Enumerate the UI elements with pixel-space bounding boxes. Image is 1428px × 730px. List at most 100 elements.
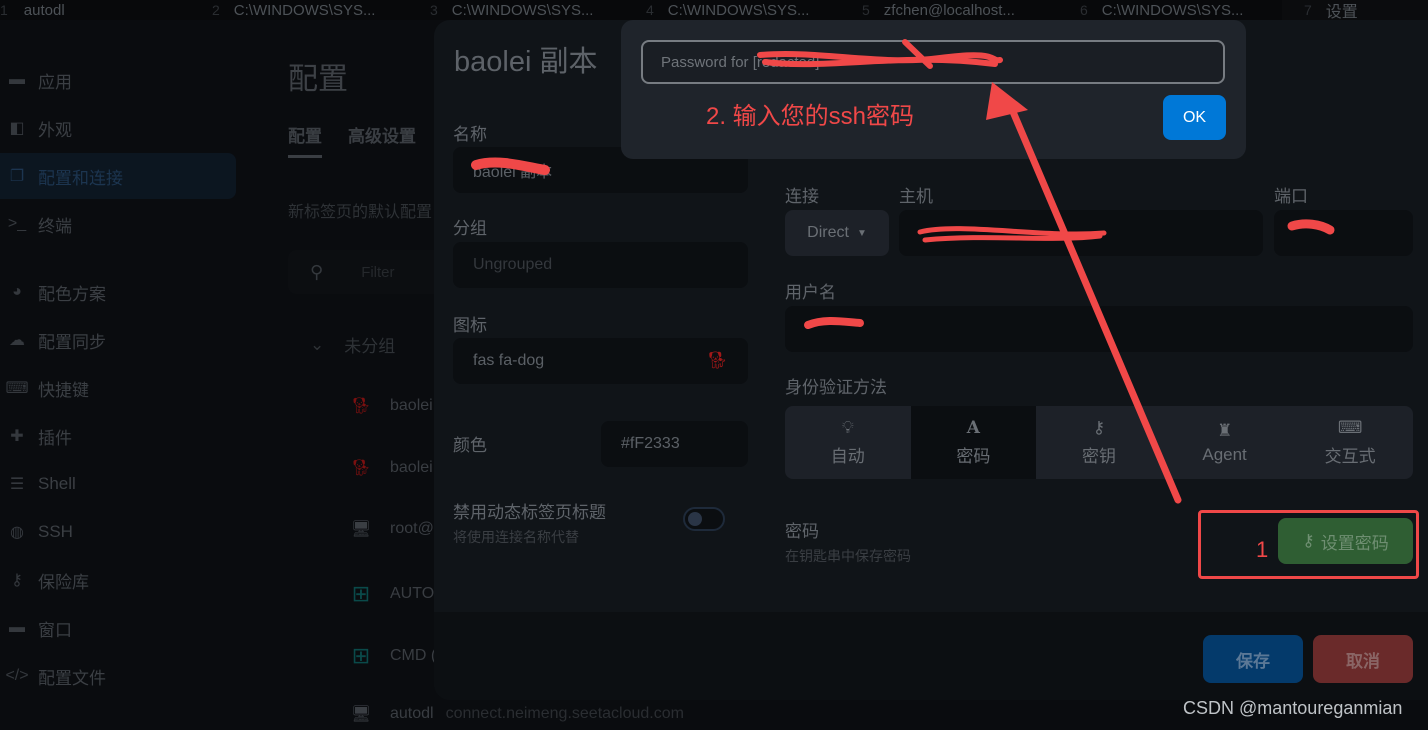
lightbulb-icon: 💡︎	[841, 418, 854, 437]
sidebar-item-profiles[interactable]: ❐ 配置和连接	[0, 153, 236, 199]
clone-icon: ❐	[9, 168, 25, 185]
password-input[interactable]: Password for [redacted]	[641, 40, 1225, 84]
auth-option-auto[interactable]: 💡︎ 自动	[785, 406, 911, 479]
profile-item[interactable]: 🖥︎ root@	[348, 519, 434, 539]
font-icon: A	[966, 418, 980, 438]
dog-icon: 🐕︎	[350, 460, 372, 477]
sidebar-item-config-sync[interactable]: ☁ 配置同步	[0, 317, 236, 363]
tab-advanced[interactable]: 高级设置	[348, 122, 416, 158]
dog-icon: 🐕︎	[706, 351, 728, 370]
dog-icon: 🐕︎	[350, 398, 372, 415]
sidebar-item-appearance[interactable]: ◧ 外观	[0, 105, 236, 151]
sidebar-item-color-scheme[interactable]: ◕ 配色方案	[0, 269, 236, 315]
sidebar-item-shell[interactable]: ☰ Shell	[0, 461, 236, 507]
tab-profiles[interactable]: 配置	[288, 122, 322, 158]
save-button[interactable]: 保存	[1203, 635, 1303, 683]
group-input[interactable]: Ungrouped	[453, 242, 748, 288]
password-label: 密码	[785, 522, 819, 541]
password-hint: 在钥匙串中保存密码	[785, 548, 911, 564]
terminal-icon: >_	[7, 215, 27, 232]
profile-item[interactable]: 🐕︎ baolei	[348, 458, 433, 478]
auth-method-label: 身份验证方法	[785, 378, 887, 397]
profile-item[interactable]: 🐕︎ baolei	[348, 396, 433, 416]
window-icon: ▬	[9, 619, 25, 636]
caret-down-icon: ▼	[856, 227, 867, 239]
tab-7-settings[interactable]: 7 设置	[1282, 0, 1428, 20]
desktop-icon: 🖥︎	[350, 521, 372, 538]
sidebar-item-application[interactable]: ▬ 应用	[0, 57, 236, 103]
list-icon: ☰	[9, 476, 25, 493]
auth-method-selector: 💡︎ 自动 A 密码 ⚷ 密钥 ♜ Agent ⌨ 交互式	[785, 406, 1413, 479]
puzzle-icon: ✚	[10, 428, 24, 445]
password-prompt: Password for [redacted] OK	[621, 20, 1246, 159]
sidebar-item-hotkeys[interactable]: ⌨ 快捷键	[0, 365, 236, 411]
username-label: 用户名	[785, 283, 836, 302]
palette-icon: ◕	[12, 283, 22, 300]
search-icon: ⚲	[310, 261, 324, 282]
tab-3[interactable]: 3 C:\WINDOWS\SYS...	[424, 0, 642, 20]
annotation-step-1: 1	[1256, 537, 1269, 562]
sidebar-item-plugins[interactable]: ✚ 插件	[0, 413, 236, 459]
page-title: 配置	[288, 63, 348, 96]
cloud-icon: ☁	[9, 332, 25, 349]
globe-icon: ◍	[10, 524, 24, 541]
keyboard-icon: ⌨	[1337, 418, 1363, 437]
windows-icon: ⊞	[351, 581, 371, 606]
host-label: 主机	[899, 187, 933, 206]
name-label: 名称	[453, 125, 487, 144]
sidebar-item-ssh[interactable]: ◍ SSH	[0, 509, 236, 555]
window-icon: ▬	[9, 71, 25, 88]
port-input[interactable]	[1274, 210, 1413, 256]
icon-label: 图标	[453, 316, 487, 335]
desktop-icon: 🖥︎	[350, 706, 372, 723]
default-profile-label: 新标签页的默认配置	[288, 204, 433, 221]
auth-option-agent[interactable]: ♜ Agent	[1162, 406, 1288, 479]
connection-select[interactable]: Direct ▼	[785, 210, 889, 256]
host-input[interactable]	[899, 210, 1263, 256]
key-icon: ⚷	[1092, 418, 1106, 437]
tab-2[interactable]: 2 C:\WINDOWS\SYS...	[206, 0, 424, 20]
icon-input[interactable]: fas fa-dog 🐕︎	[453, 338, 748, 384]
sidebar-item-terminal[interactable]: >_ 终端	[0, 201, 236, 247]
profile-item[interactable]: ⊞ CMD (	[348, 643, 436, 669]
windows-icon: ⊞	[351, 643, 371, 668]
code-icon: </>	[5, 667, 29, 684]
tab-1[interactable]: 1 autodl	[0, 0, 206, 20]
swatchbook-icon: ◧	[9, 120, 25, 137]
toggle-knob	[688, 512, 702, 526]
port-label: 端口	[1274, 187, 1308, 206]
sidebar-item-vault[interactable]: ⚷ 保险库	[0, 557, 236, 603]
tab-5[interactable]: 5 zfchen@localhost...	[856, 0, 1074, 20]
watermark: CSDN @mantoureganmian	[1183, 698, 1403, 718]
username-input[interactable]	[785, 306, 1413, 352]
annotation-step-2: 2. 输入您的ssh密码	[706, 103, 915, 130]
color-label: 颜色	[453, 436, 487, 455]
keyboard-icon: ⌨	[5, 380, 29, 397]
disable-dynamic-title-label: 禁用动态标签页标题	[453, 503, 606, 522]
sidebar-item-window[interactable]: ▬ 窗口	[0, 605, 236, 651]
tab-bar: 1 autodl 2 C:\WINDOWS\SYS... 3 C:\WINDOWS\S…	[0, 0, 1428, 20]
connection-label: 连接	[785, 187, 819, 206]
key-icon: ⚷	[11, 572, 23, 589]
disable-dynamic-title-toggle[interactable]	[683, 507, 725, 531]
auth-option-password[interactable]: A 密码	[910, 406, 1037, 479]
dialog-title: baolei 副本	[454, 46, 598, 78]
sidebar-item-config-file[interactable]: </> 配置文件	[0, 653, 236, 699]
disable-dynamic-title-hint: 将使用连接名称代替	[453, 529, 579, 545]
tab-4[interactable]: 4 C:\WINDOWS\SYS...	[642, 0, 856, 20]
auth-option-interactive[interactable]: ⌨ 交互式	[1287, 406, 1413, 479]
group-ungrouped[interactable]: ⌄ 未分组	[310, 332, 395, 357]
user-secret-icon: ♜	[1216, 420, 1233, 440]
profile-item[interactable]: 🖥︎ autodl connect.neimeng.seetacloud.com	[348, 704, 684, 724]
ok-button[interactable]: OK	[1163, 95, 1226, 140]
group-label: 分组	[453, 219, 487, 238]
auth-option-key[interactable]: ⚷ 密钥	[1036, 406, 1162, 479]
annotation-highlight-box	[1198, 510, 1419, 579]
cancel-button[interactable]: 取消	[1313, 635, 1413, 683]
settings-sidebar: ▬ 应用 ◧ 外观 ❐ 配置和连接 >_ 终端 ◕ 配色方案 ☁ 配置同步 ⌨ 快捷键 ✚ 插件…	[0, 20, 250, 730]
chevron-down-icon: ⌄	[310, 334, 325, 354]
tab-6[interactable]: 6 C:\WINDOWS\SYS...	[1074, 0, 1282, 20]
color-input[interactable]: #fF2333	[601, 421, 748, 467]
profile-item[interactable]: ⊞ AUTO	[348, 581, 434, 607]
filter-input[interactable]: ⚲ Filter	[288, 250, 448, 294]
